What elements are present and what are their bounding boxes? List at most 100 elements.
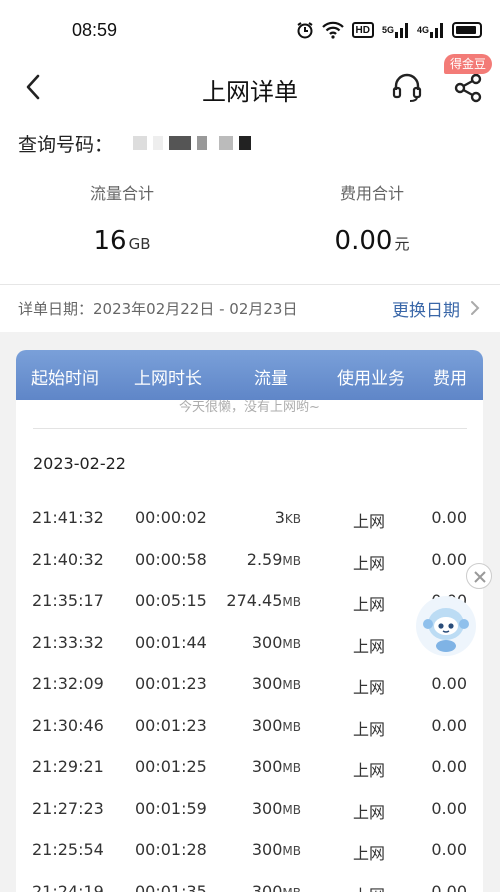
cell-flow-unit: MB: [282, 886, 301, 892]
hd-icon: HD: [351, 22, 374, 38]
cell-service: 上网: [353, 761, 386, 780]
close-icon[interactable]: [466, 563, 492, 589]
cell-flow: 300MB: [252, 840, 301, 859]
signal-4g-icon: 4G: [417, 20, 444, 40]
table-row: 21:29:21 00:01:25 300MB 上网 0.00: [16, 747, 483, 788]
cell-start-time: 21:40:32: [32, 549, 104, 569]
cell-flow-value: 300: [251, 881, 283, 892]
empty-day-note: 今天很懒，没有上网哟~: [179, 400, 320, 415]
net2-label: 4G: [416, 25, 429, 35]
cell-flow: 3KB: [275, 508, 301, 527]
usage-summary: 流量合计 16 GB 费用合计 0.00 元: [0, 180, 500, 280]
wifi-icon: [321, 20, 344, 40]
cell-duration: 00:05:15: [135, 591, 207, 610]
chevron-right-icon[interactable]: [468, 298, 482, 318]
cell-flow-value: 300: [251, 715, 283, 735]
cell-service: 上网: [353, 636, 386, 656]
cell-flow-unit: MB: [282, 802, 301, 817]
cell-start-time: 21:32:09: [32, 674, 104, 693]
nav-header: 上网详单: [0, 60, 500, 114]
masked-phone-number: [133, 136, 252, 150]
cell-start-time: 21:33:32: [32, 632, 104, 652]
query-number-label: 查询号码：: [18, 133, 114, 156]
cell-fee: 0.00: [431, 798, 467, 818]
battery-icon: [452, 22, 482, 38]
table-row: 21:33:3200:01:44300MB上网0.00: [16, 623, 483, 664]
group-date: 2023-02-22: [33, 454, 126, 473]
fee-total-value-wrap: 0.00 元: [272, 226, 472, 256]
cell-service: 上网: [353, 882, 385, 892]
cell-fee: 0.00: [431, 549, 467, 569]
cell-service: 上网: [353, 802, 386, 822]
cell-fee: 0.00: [431, 715, 467, 735]
gold-bean-badge[interactable]: 得金豆: [444, 54, 493, 74]
share-icon[interactable]: [452, 72, 484, 104]
table-row: 21:25:54 00:01:28 300MB 上网 0.00: [16, 830, 483, 871]
mask-block: [197, 136, 208, 150]
cell-service: 上网: [353, 719, 386, 739]
signal-5g-icon: 5G: [382, 20, 409, 40]
headset-icon[interactable]: [390, 70, 424, 104]
cell-flow-unit: MB: [282, 678, 301, 692]
cell-flow-unit: MB: [282, 636, 301, 651]
table-row: 21:40:32 00:00:58 2.59MB 上网 0.00: [16, 540, 483, 581]
cell-start-time: 21:30:46: [32, 715, 104, 735]
alarm-icon: [296, 20, 314, 40]
cell-fee: 0.00: [431, 674, 467, 693]
fee-total-label: 费用合计: [339, 184, 404, 203]
cell-duration: 00:01:23: [135, 674, 207, 693]
status-icons: HD 5G 4G: [296, 20, 482, 40]
date-range-label: 详单日期：2023年02月22日 - 02月23日: [18, 300, 298, 318]
table-header: 起始时间 上网时长 流量 使用业务 费用: [16, 350, 483, 400]
cell-start-time: 21:41:32: [32, 508, 104, 527]
cell-flow-value: 300: [251, 757, 283, 776]
cell-duration: 00:01:35: [135, 881, 207, 892]
fee-total: 费用合计 0.00 元: [272, 180, 472, 256]
status-bar: 08:59 HD 5G 4G: [0, 0, 500, 60]
cell-flow: 300MB: [252, 882, 301, 892]
cell-flow-value: 300: [251, 632, 283, 652]
cell-duration: 00:01:28: [135, 840, 207, 859]
mask-block: [219, 136, 234, 150]
cell-service: 上网: [353, 512, 386, 531]
table-row: 21:30:46 00:01:23 300MB 上网 0.00: [16, 706, 483, 747]
table-row: 21:24:19 00:01:35 300MB 上网 0.00: [16, 872, 483, 892]
flow-total-value: 16: [93, 226, 127, 256]
col-flow: 流量: [254, 369, 288, 389]
cell-start-time: 21:29:21: [32, 757, 104, 776]
table-row: 21:35:1700:05:15274.45MB上网0.00: [16, 581, 483, 622]
cell-duration: 00:01:44: [135, 632, 207, 652]
cell-start-time: 21:24:19: [32, 881, 104, 892]
cell-flow-unit: MB: [282, 719, 301, 734]
cell-flow: 300MB: [252, 674, 301, 693]
cell-flow-value: 300: [251, 840, 283, 859]
cell-start-time: 21:27:23: [32, 798, 104, 818]
date-range-row: 详单日期：2023年02月22日 - 02月23日 更换日期: [0, 290, 500, 330]
cell-service: 上网: [353, 678, 386, 697]
cell-flow-unit: KB: [284, 512, 301, 526]
cell-duration: 00:01:59: [135, 798, 207, 818]
cell-flow: 300MB: [252, 716, 301, 735]
mask-block: [133, 136, 148, 150]
net1-label: 5G: [381, 25, 394, 35]
col-start-time: 起始时间: [31, 369, 99, 389]
cell-duration: 00:01:25: [135, 757, 207, 776]
mask-block: [169, 136, 192, 150]
cell-flow-unit: MB: [282, 595, 301, 609]
cell-flow: 300MB: [252, 757, 301, 776]
status-time: 08:59: [72, 20, 118, 40]
usage-detail-card: 起始时间 上网时长 流量 使用业务 费用 今天很懒，没有上网哟~ 2023-02…: [16, 350, 483, 892]
cell-duration: 00:00:58: [135, 549, 207, 569]
assistant-robot-icon[interactable]: [414, 594, 478, 658]
cell-service: 上网: [353, 595, 386, 614]
cell-flow-unit: MB: [282, 553, 301, 568]
cell-fee: 0.00: [431, 840, 467, 859]
query-number-row: 查询号码：: [18, 128, 252, 158]
fee-total-unit: 元: [394, 235, 410, 253]
flow-total: 流量合计 16 GB: [22, 180, 222, 256]
change-date-link[interactable]: 更换日期: [392, 296, 460, 321]
cell-flow: 300MB: [252, 633, 301, 652]
divider: [0, 284, 500, 285]
cell-fee: 0.00: [431, 757, 467, 776]
cell-flow: 2.59MB: [247, 550, 301, 569]
